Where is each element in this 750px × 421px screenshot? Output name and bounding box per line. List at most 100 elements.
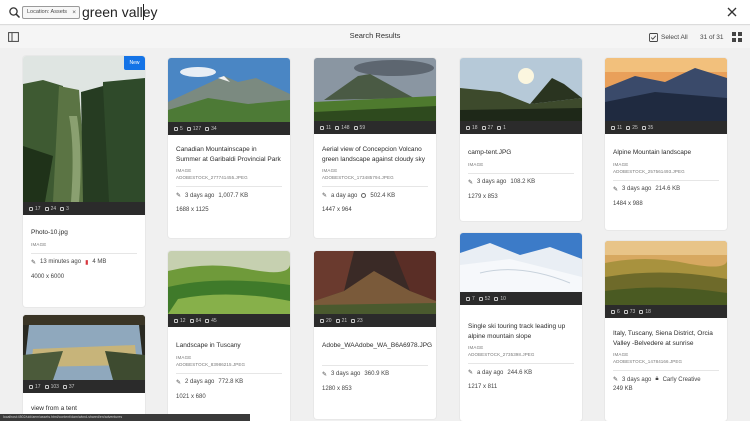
pencil-icon: ✎ [322, 193, 328, 199]
lock-icon: 🔒︎ [655, 376, 659, 382]
modified-time: 2 days ago [185, 379, 215, 385]
asset-title[interactable]: Alpine Mountain landscape [613, 148, 719, 158]
file-size: 1,007.7 KB [218, 192, 249, 199]
asset-card[interactable]: 5 127 34 Canadian Mountainscape in Summe… [168, 58, 290, 238]
pencil-icon: ✎ [468, 370, 474, 376]
pencil-icon: ✎ [176, 193, 182, 199]
asset-filename: ADOBESTOCK_277741455.JPEG [176, 175, 248, 180]
asset-card[interactable]: 7 52 10 Single ski touring track leading… [460, 233, 582, 421]
author: Carly Creative [662, 376, 701, 383]
asset-card[interactable]: 11 148 59 Aerial view of Concepcion Volc… [314, 58, 436, 238]
asset-title[interactable]: Canadian Mountainscape in Summer at Gari… [176, 145, 282, 164]
file-size: 244.6 KB [507, 369, 533, 376]
asset-filename: ADOBESTOCK_14784166.JPEG [613, 359, 683, 364]
asset-card[interactable]: 11 25 35 Alpine Mountain landscape IMAGE… [605, 58, 727, 230]
pencil-icon: ✎ [176, 379, 182, 386]
asset-filename: ADOBESTOCK_257561493.JPEG [613, 168, 685, 174]
location-filter-label: Location: Assets [27, 9, 68, 15]
select-all-label: Select All [661, 33, 688, 41]
asset-stats: 18 27 1 [460, 121, 582, 134]
asset-stats: 5 127 34 [168, 122, 290, 135]
asset-type: IMAGE [176, 354, 192, 360]
dimensions: 4000 x 6000 [31, 273, 65, 280]
select-all-button[interactable]: Select All [649, 30, 688, 44]
dimensions: 1021 x 680 [176, 393, 206, 400]
asset-thumbnail [605, 241, 727, 305]
asset-title[interactable]: Single ski touring track leading up alpi… [468, 322, 574, 341]
modified-time: 3 days ago [331, 371, 361, 377]
dimensions: 1280 x 853 [322, 385, 352, 392]
page-title: Search Results [349, 31, 401, 40]
dimensions: 1279 x 853 [468, 193, 498, 200]
asset-thumbnail [23, 56, 145, 202]
asset-card[interactable]: New 17 24 3 Photo-10.jpg IMAGE ✎ 13 minu… [23, 56, 145, 307]
asset-title[interactable]: Aerial view of Concepcion Volcano green … [322, 145, 428, 164]
grid-view-icon[interactable] [732, 32, 742, 42]
modified-time: 3 days ago [185, 192, 215, 199]
asset-type: IMAGE [31, 241, 47, 247]
asset-thumbnail [168, 58, 290, 122]
globe-icon [361, 193, 367, 198]
select-all-icon [649, 32, 658, 42]
asset-thumbnail [605, 58, 727, 121]
close-icon[interactable] [725, 5, 739, 19]
new-badge: New [124, 56, 145, 70]
pdf-icon: ▮ [85, 259, 89, 266]
asset-card[interactable]: 18 27 1 camp-tent.JPG IMAGE ✎ 3 days ago… [460, 58, 582, 221]
action-bar: Search Results Select All 31 of 31 [0, 26, 750, 48]
asset-type: IMAGE [613, 161, 629, 167]
file-size: 502.4 KB [370, 192, 396, 199]
file-size: 108.2 KB [510, 179, 536, 185]
status-url: localhost:4502/ui#/aem/assets.html/conte… [0, 414, 250, 421]
search-icon [9, 7, 21, 19]
asset-card[interactable]: 12 84 45 Landscape in Tuscany IMAGE ADOB… [168, 251, 290, 421]
asset-title[interactable]: view from a tent [31, 404, 137, 414]
dimensions: 1484 x 988 [613, 200, 643, 207]
file-size: 4 MB [92, 259, 107, 265]
file-size: 249 KB [613, 386, 633, 392]
search-input[interactable]: green valley [82, 3, 158, 21]
dimensions: 1688 x 1125 [176, 207, 209, 213]
asset-stats: 20 21 23 [314, 314, 436, 327]
pencil-icon: ✎ [31, 259, 37, 266]
asset-thumbnail [168, 251, 290, 314]
modified-time: 13 minutes ago [40, 259, 82, 265]
asset-stats: 11 148 59 [314, 121, 436, 134]
asset-thumbnail [460, 233, 582, 292]
asset-title[interactable]: Italy, Tuscany, Siena District, Orcia Va… [613, 329, 719, 348]
file-size: 214.6 KB [655, 186, 681, 192]
result-count: 31 of 31 [700, 34, 724, 41]
asset-title[interactable]: camp-tent.JPG [468, 148, 574, 158]
asset-type: IMAGE [468, 345, 484, 350]
pencil-icon: ✎ [322, 371, 328, 378]
asset-thumbnail [23, 315, 145, 380]
asset-filename: ADOBESTOCK_173485794.JPEG [322, 175, 394, 180]
modified-time: 3 days ago [477, 179, 507, 185]
text-cursor [143, 4, 144, 20]
remove-filter-icon[interactable]: × [72, 7, 76, 18]
asset-stats: 11 25 35 [605, 121, 727, 134]
asset-card[interactable]: 17 103 37 view from a tent [23, 315, 145, 421]
modified-time: a day ago [331, 192, 358, 199]
search-bar: Location: Assets × green valley [0, 0, 750, 25]
asset-filename: ADOBESTOCK_83986215.JPEG [176, 361, 246, 367]
modified-time: 3 days ago [622, 376, 652, 383]
asset-type: IMAGE [176, 168, 192, 173]
asset-stats: 17 103 37 [23, 380, 145, 393]
dimensions: 1217 x 811 [468, 384, 498, 390]
asset-title[interactable]: Landscape in Tuscany [176, 341, 282, 351]
asset-title[interactable]: Photo-10.jpg [31, 228, 137, 238]
location-filter-chip[interactable]: Location: Assets × [22, 6, 81, 19]
asset-card[interactable]: 6 73 18 Italy, Tuscany, Siena District, … [605, 241, 727, 421]
asset-type: IMAGE [322, 168, 338, 173]
asset-thumbnail [314, 251, 436, 314]
asset-title[interactable]: Adobe_WAAdobe_WA_B6A6978.JPG [322, 341, 432, 351]
asset-type: IMAGE [468, 161, 484, 167]
file-size: 772.8 KB [218, 379, 244, 385]
asset-stats: 12 84 45 [168, 314, 290, 327]
modified-time: 3 days ago [622, 186, 652, 192]
asset-thumbnail [314, 58, 436, 121]
asset-card[interactable]: 20 21 23 Adobe_WAAdobe_WA_B6A6978.JPG ✎ … [314, 251, 436, 419]
asset-thumbnail [460, 58, 582, 121]
pencil-icon: ✎ [613, 377, 619, 383]
